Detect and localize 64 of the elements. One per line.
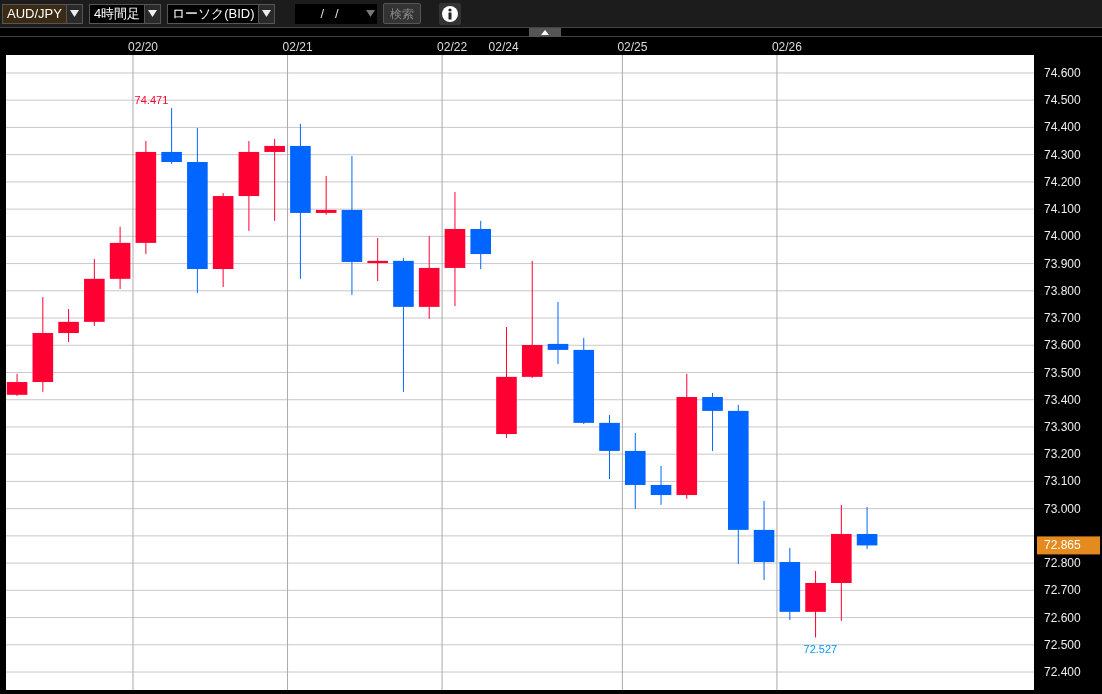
price-label: 72.700: [1044, 583, 1081, 598]
interval-select[interactable]: 4時間足: [88, 3, 162, 24]
caret-icon: [148, 10, 158, 17]
candlestick: [650, 465, 672, 506]
price-label: 74.500: [1044, 93, 1081, 108]
price-label: 73.900: [1044, 256, 1081, 271]
price-label: 73.000: [1044, 501, 1081, 516]
select-value: 4時間足: [89, 4, 145, 23]
price-label: 73.200: [1044, 447, 1081, 462]
candlestick: [367, 237, 388, 282]
candlestick: [58, 308, 79, 343]
candlestick: [6, 373, 28, 397]
candlestick: [161, 107, 182, 165]
price-label: 73.400: [1044, 392, 1081, 407]
price-label: 73.800: [1044, 283, 1081, 298]
date-label: 02/24: [488, 40, 519, 54]
caret-icon: [262, 10, 272, 17]
caret-icon: [366, 10, 375, 17]
candlestick: [702, 392, 723, 452]
select-value: AUD/JPY: [3, 4, 66, 23]
current-price-label: 72.865: [1044, 538, 1081, 553]
price-label: 72.800: [1044, 556, 1081, 571]
current-price-tag: [1037, 536, 1100, 555]
price-label: 74.400: [1044, 120, 1081, 135]
date-value: / /: [319, 4, 340, 23]
price-label: 73.300: [1044, 419, 1081, 434]
candlestick: [109, 226, 131, 290]
price-label: 72.600: [1044, 610, 1081, 625]
chart-type-select[interactable]: ローソク(BID): [167, 3, 276, 24]
price-label: 74.600: [1044, 65, 1081, 80]
dropdown-arrow-button[interactable]: [258, 4, 275, 23]
info-icon: [441, 4, 460, 23]
candlestick: [315, 175, 337, 216]
date-label: 02/26: [771, 40, 802, 54]
price-label: 73.700: [1044, 311, 1081, 326]
price-label: 74.000: [1044, 229, 1081, 244]
select-value: ローソク(BID): [168, 4, 259, 23]
low-price-label: 72.527: [803, 643, 838, 656]
collapse-tab[interactable]: [529, 28, 561, 37]
symbol-select[interactable]: AUD/JPY: [2, 3, 83, 24]
candlestick: [856, 506, 878, 550]
high-price-label: 74.471: [134, 94, 169, 107]
caret-icon: [69, 10, 79, 17]
caret-up-icon: [541, 30, 549, 35]
date-label: 02/22: [437, 40, 468, 54]
candlestick: [805, 570, 826, 638]
price-label: 73.100: [1044, 474, 1081, 489]
date-label: 02/21: [282, 40, 313, 54]
candlestick: [470, 220, 491, 270]
date-label: 02/20: [128, 40, 158, 54]
date-field[interactable]: / /: [295, 3, 378, 24]
candlestick: [84, 258, 105, 327]
price-label: 72.400: [1044, 665, 1081, 680]
price-label: 73.500: [1044, 365, 1081, 380]
price-label: 72.500: [1044, 637, 1081, 652]
candlestick: [599, 414, 620, 480]
candlestick: [547, 301, 569, 365]
dropdown-arrow-button[interactable]: [144, 4, 161, 23]
info-button[interactable]: [439, 2, 462, 25]
price-label: 74.200: [1044, 174, 1081, 189]
date-label: 02/25: [617, 40, 648, 54]
price-label: 74.300: [1044, 147, 1081, 162]
price-label: 74.100: [1044, 202, 1081, 217]
price-label: 73.600: [1044, 338, 1081, 353]
